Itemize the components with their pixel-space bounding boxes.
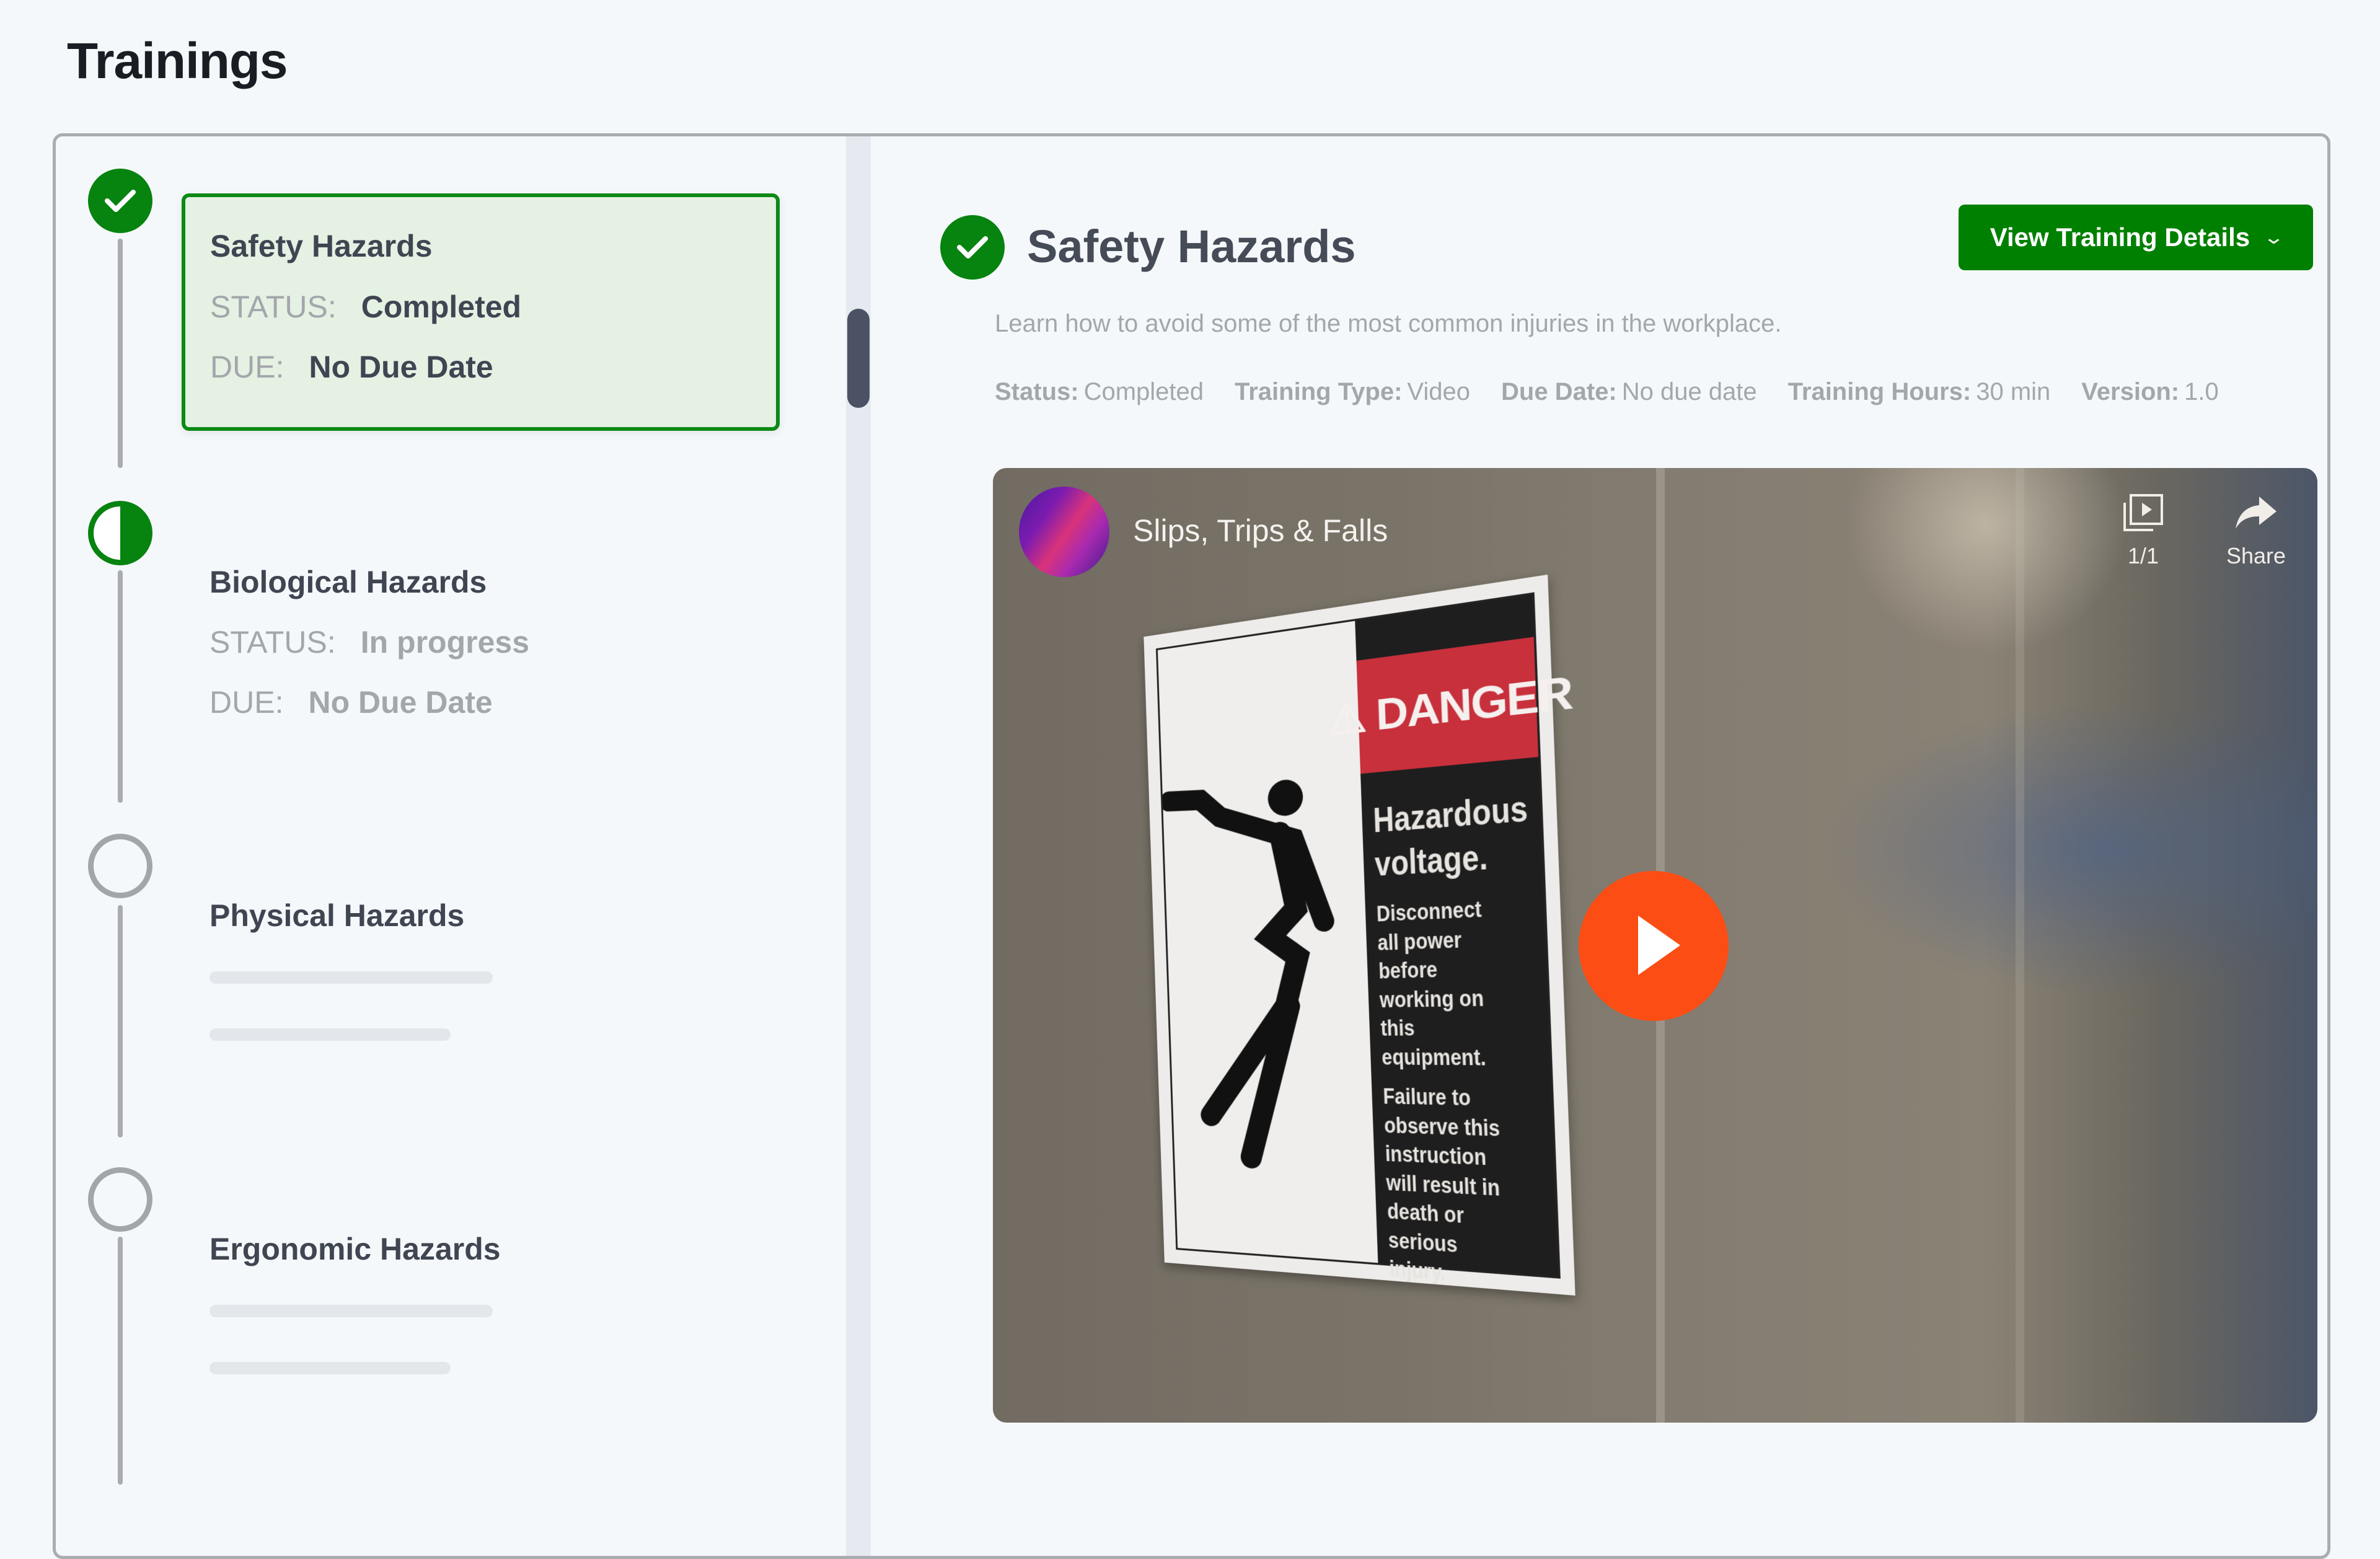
play-icon: [1638, 916, 1680, 975]
status-value: In progress: [360, 625, 530, 660]
training-status: STATUS: Completed: [210, 289, 521, 325]
meta-training-type: Training Type: Video: [1235, 378, 1470, 405]
meta-version: Version: 1.0: [2081, 378, 2219, 405]
training-title: Biological Hazards: [209, 565, 487, 599]
due-value: No Due Date: [308, 685, 493, 720]
play-button[interactable]: [1579, 871, 1729, 1021]
video-title[interactable]: Slips, Trips & Falls: [1133, 513, 1388, 549]
status-label: STATUS:: [210, 289, 337, 324]
meta-due-date: Due Date: No due date: [1501, 378, 1757, 405]
video-player[interactable]: ⚠ DANGER Hazardous voltage. Disconnect a…: [993, 468, 2317, 1423]
training-title: Physical Hazards: [209, 898, 465, 933]
training-description: Learn how to avoid some of the most comm…: [995, 310, 1782, 337]
status-label: STATUS:: [209, 625, 336, 660]
step-not-started-icon: [88, 1167, 152, 1232]
trainings-panel: Safety Hazards STATUS: Completed DUE: No D…: [53, 133, 2330, 1559]
playlist-count: 1/1: [2127, 543, 2159, 568]
loading-placeholder: [209, 971, 493, 984]
playlist-icon: [2123, 494, 2163, 531]
training-status: STATUS: In progress: [209, 624, 529, 660]
meta-status: Status: Completed: [995, 378, 1204, 405]
check-circle-icon: [940, 215, 1005, 280]
training-detail: Safety Hazards View Training Details ⌄ L…: [871, 136, 2327, 1556]
training-due: DUE: No Due Date: [210, 349, 493, 385]
due-label: DUE:: [210, 350, 284, 384]
training-card-safety-hazards[interactable]: Safety Hazards STATUS: Completed DUE: No D…: [182, 193, 780, 431]
button-label: View Training Details: [1990, 223, 2250, 252]
status-value: Completed: [361, 289, 522, 324]
loading-placeholder: [209, 1305, 493, 1317]
step-completed-icon: [88, 169, 152, 233]
training-due: DUE: No Due Date: [209, 684, 493, 720]
chevron-down-icon: ⌄: [2263, 227, 2285, 248]
sign-danger-header: ⚠ DANGER: [1327, 637, 1573, 774]
training-title: Ergonomic Hazards: [209, 1232, 501, 1266]
share-icon: [2236, 497, 2277, 529]
loading-placeholder: [209, 1028, 451, 1041]
due-label: DUE:: [209, 685, 284, 720]
sign-text: Hazardous voltage. Disconnect all power …: [1372, 788, 1529, 1286]
step-in-progress-icon: [88, 501, 152, 565]
view-training-details-button[interactable]: View Training Details ⌄: [1959, 205, 2313, 270]
training-list: Safety Hazards STATUS: Completed DUE: No D…: [56, 136, 846, 1556]
meta-training-hours: Training Hours: 30 min: [1787, 378, 2051, 405]
share-label: Share: [2226, 543, 2286, 568]
timeline-connector: [118, 1237, 123, 1485]
due-value: No Due Date: [309, 350, 493, 384]
step-not-started-icon: [88, 834, 152, 898]
scrollbar-thumb[interactable]: [847, 309, 870, 408]
channel-avatar[interactable]: [1019, 487, 1109, 577]
loading-placeholder: [209, 1362, 451, 1374]
danger-sign-thumbnail: ⚠ DANGER Hazardous voltage. Disconnect a…: [1144, 574, 1576, 1296]
video-background-detail: [2016, 468, 2024, 1423]
list-scrollbar[interactable]: [846, 136, 871, 1556]
playlist-button[interactable]: 1/1: [2121, 493, 2166, 569]
share-button[interactable]: Share: [2226, 493, 2286, 569]
timeline-connector: [118, 570, 123, 803]
timeline-connector: [118, 239, 123, 468]
page-title: Trainings: [67, 33, 288, 89]
timeline-connector: [118, 905, 123, 1137]
detail-title: Safety Hazards: [1027, 221, 1356, 272]
training-title: Safety Hazards: [210, 229, 433, 263]
training-meta: Status: Completed Training Type: Video Due…: [995, 378, 2219, 406]
